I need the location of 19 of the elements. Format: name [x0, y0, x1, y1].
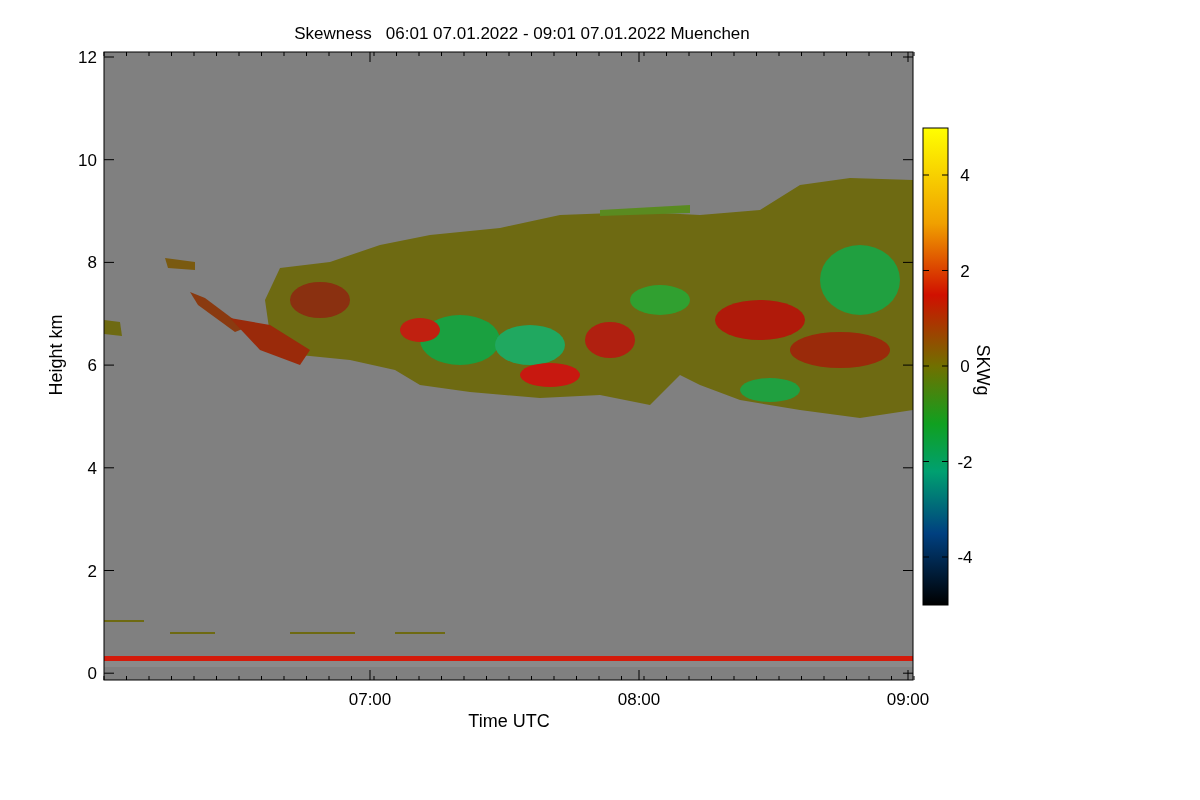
colorbar-tick-label: 4 [960, 166, 970, 185]
y-axis-label: Height km [46, 314, 66, 396]
y-tick-label: 10 [78, 150, 97, 170]
colorbar-tick-label: 0 [960, 357, 970, 376]
x-tick-label: 09:00 [886, 690, 930, 709]
colorbar-tick-label: -2 [957, 452, 973, 472]
x-axis-label: Time UTC [468, 711, 550, 731]
y-tick-label: 12 [78, 48, 97, 67]
colorbar-tick-label: -4 [957, 548, 973, 567]
y-tick-label: 0 [87, 664, 97, 684]
x-tick-label: 07:00 [348, 690, 392, 709]
y-tick-label: 8 [87, 253, 97, 273]
y-tick-label: 4 [87, 458, 97, 478]
x-tick-label: 08:00 [617, 690, 661, 709]
chart-title: Skewness 06:01 07.01.2022 - 09:01 07.01.2022 Muenchen [294, 24, 750, 43]
colorbar-tick-label: 2 [960, 261, 970, 281]
y-tick-label: 6 [87, 356, 97, 376]
y-tick-label: 2 [87, 561, 97, 581]
colorbar-label: SKWg [973, 344, 993, 396]
